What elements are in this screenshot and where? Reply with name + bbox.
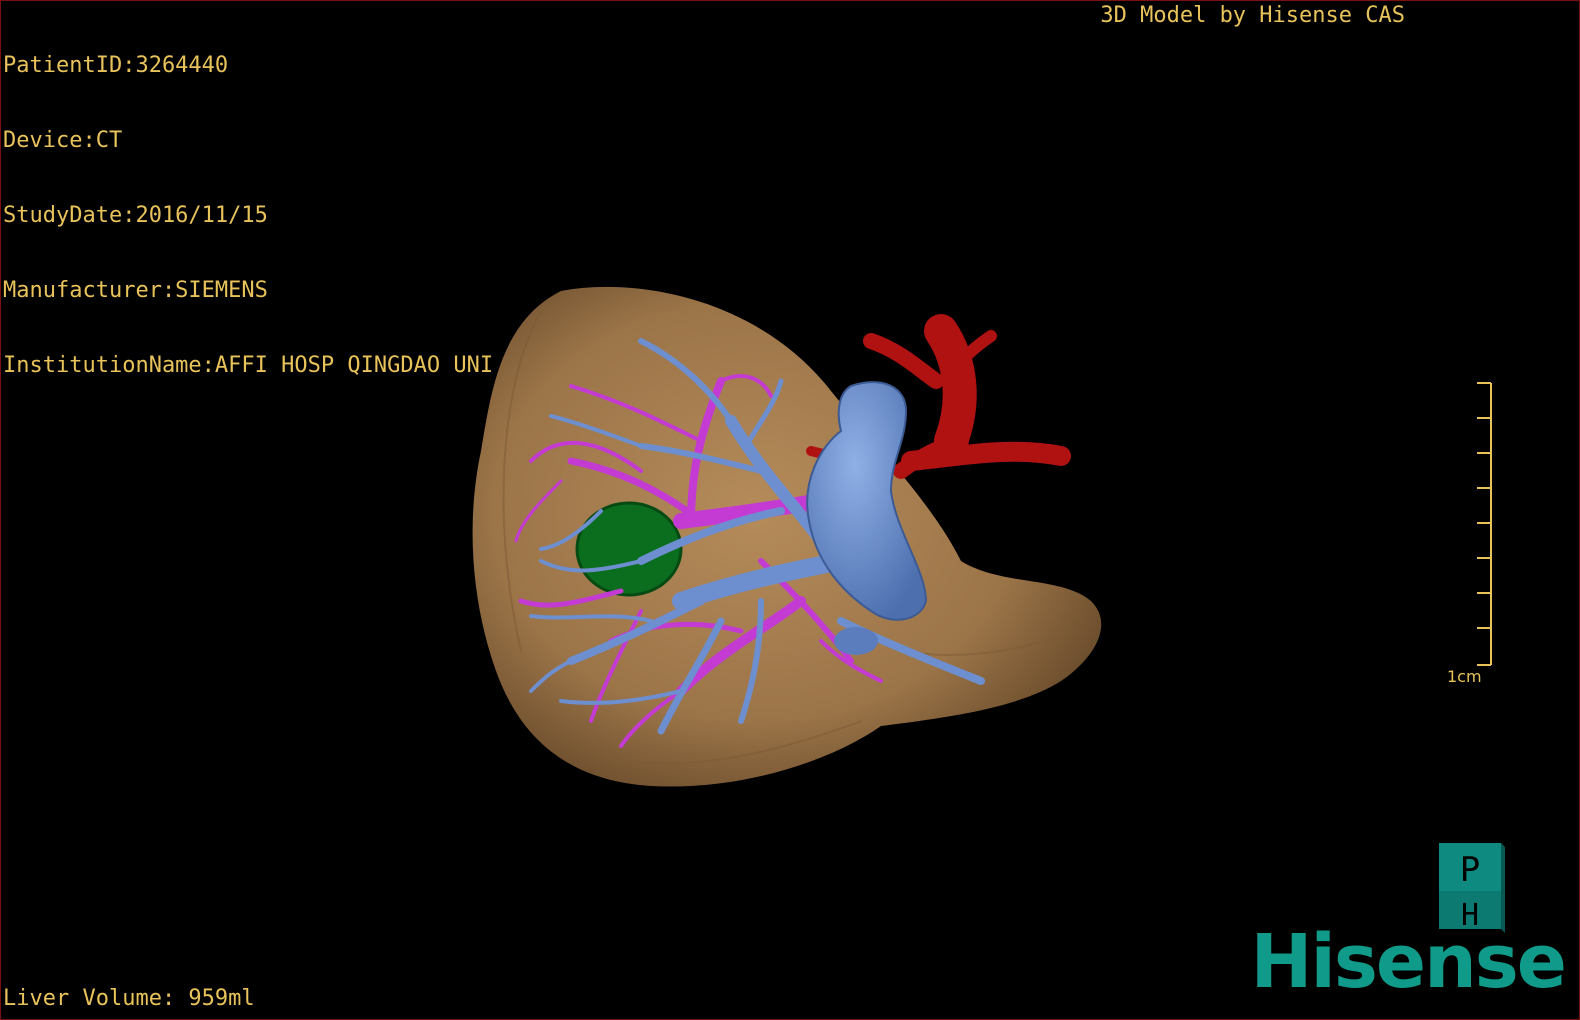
3d-viewport[interactable]: PatientID:3264440 Device:CT StudyDate:20… xyxy=(0,0,1580,1020)
study-date: StudyDate:2016/11/15 xyxy=(3,203,268,228)
manufacturer: Manufacturer:SIEMENS xyxy=(3,278,268,303)
patient-info-overlay: PatientID:3264440 Device:CT StudyDate:20… xyxy=(3,3,493,428)
scale-label: 1cm xyxy=(1447,667,1482,686)
patient-id: PatientID:3264440 xyxy=(3,53,229,78)
device: Device:CT xyxy=(3,128,123,153)
liver-volume: Liver Volume: 959ml xyxy=(3,986,255,1011)
institution-name: InstitutionName:AFFI HOSP QINGDAO UNI xyxy=(3,353,494,378)
hisense-logo: Hisense xyxy=(1250,919,1567,1005)
model-credit: 3D Model by Hisense CAS xyxy=(1100,3,1405,28)
scale-bar xyxy=(1477,382,1492,666)
cube-top-letter: P xyxy=(1460,850,1480,890)
